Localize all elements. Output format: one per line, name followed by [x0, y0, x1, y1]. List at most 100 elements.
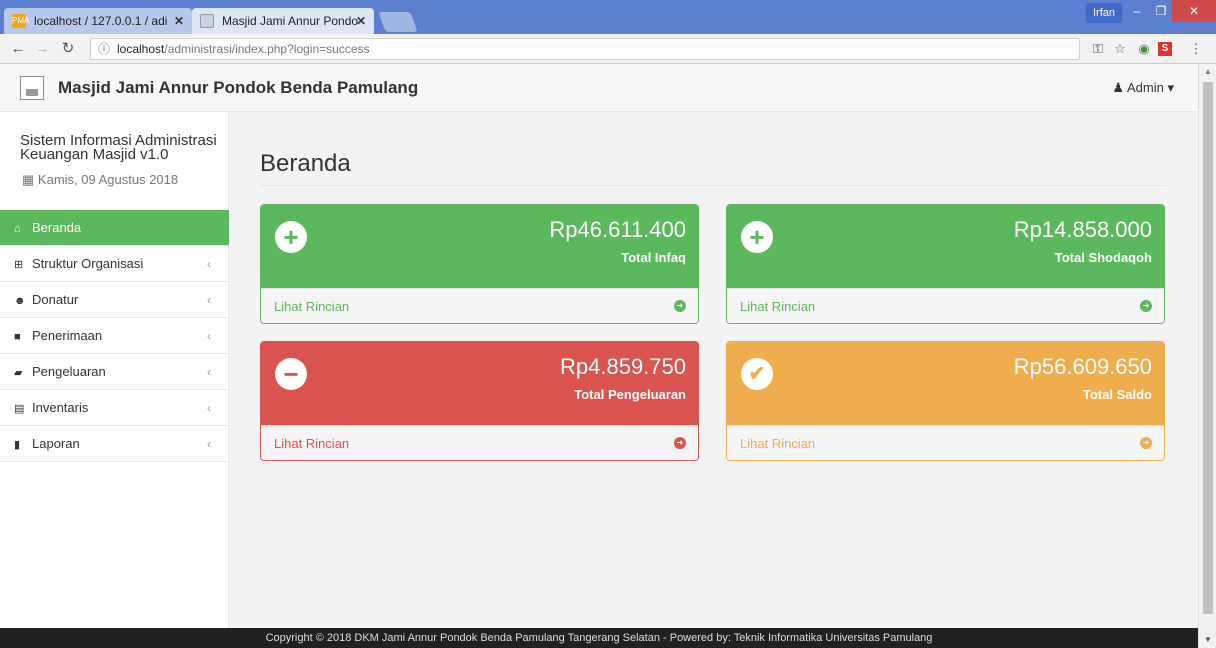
profile-chip[interactable]: Irfan — [1086, 3, 1122, 23]
tab-label: Masjid Jami Annur Pondo — [222, 14, 359, 28]
sidebar-menu: ⌂ Beranda ⊞ Struktur Organisasi ‹ ☻ Donatur… — [0, 210, 229, 462]
chevron-left-icon: ‹ — [207, 257, 211, 271]
sidebar-item-donatur[interactable]: ☻ Donatur ‹ — [0, 282, 229, 318]
back-arrow-icon[interactable]: ← — [8, 38, 28, 60]
info-icon[interactable]: ⓘ — [98, 39, 110, 59]
minus-circle-icon: − — [275, 358, 307, 390]
reload-icon[interactable]: ↻ — [58, 38, 78, 60]
chevron-left-icon: ‹ — [207, 329, 211, 343]
new-tab-button[interactable] — [378, 12, 418, 32]
sidebar-item-pengeluaran[interactable]: ▰ Pengeluaran ‹ — [0, 354, 229, 390]
key-icon[interactable]: ⚿ — [1088, 38, 1108, 60]
date-label: Kamis, 09 Agustus 2018 — [37, 172, 179, 187]
card-amount: Rp46.611.400 — [549, 217, 686, 242]
scroll-down-icon[interactable]: ▼ — [1199, 632, 1216, 648]
top-navbar: Masjid Jami Annur Pondok Benda Pamulang … — [0, 64, 1198, 112]
sidebar-item-label: Pengeluaran — [32, 364, 106, 379]
arrow-circle-right-icon: ➜ — [674, 437, 686, 449]
minimize-icon[interactable]: – — [1124, 0, 1150, 22]
calendar-icon: ▦ — [22, 172, 35, 187]
window-close-icon[interactable]: ✕ — [1172, 0, 1216, 22]
card-link-label: Lihat Rincian — [740, 299, 816, 314]
sidebar-item-penerimaan[interactable]: ■ Penerimaan ‹ — [0, 318, 229, 354]
vertical-scrollbar[interactable]: ▲ ▼ — [1198, 64, 1216, 648]
plus-circle-icon: + — [275, 221, 307, 253]
card-link-label: Lihat Rincian — [274, 299, 350, 314]
scroll-up-icon[interactable]: ▲ — [1199, 64, 1216, 80]
scrollbar-thumb[interactable] — [1203, 82, 1213, 614]
browser-tab-strip: PMA localhost / 127.0.0.1 / adi ✕ Masjid… — [0, 0, 1216, 34]
sidebar-item-beranda[interactable]: ⌂ Beranda — [0, 210, 229, 246]
card-label: Total Infaq — [621, 250, 686, 265]
card-link-label: Lihat Rincian — [740, 436, 816, 451]
brand-title[interactable]: Masjid Jami Annur Pondok Benda Pamulang — [58, 64, 418, 112]
home-icon: ⌂ — [14, 223, 21, 235]
card-label: Total Shodaqoh — [1054, 250, 1152, 265]
arrow-circle-right-icon: ➜ — [1140, 437, 1152, 449]
sidebar-item-label: Struktur Organisasi — [32, 256, 144, 271]
sidebar-item-inventaris[interactable]: ▤ Inventaris ‹ — [0, 390, 229, 426]
sidebar-item-label: Penerimaan — [32, 328, 103, 343]
card-header: − Rp4.859.750 Total Pengeluaran — [261, 342, 698, 425]
arrow-circle-right-icon: ➜ — [1140, 300, 1152, 312]
plus-circle-icon: + — [741, 221, 773, 253]
extension-globe-icon[interactable]: ◉ — [1134, 38, 1154, 60]
main-content: Beranda + Rp46.611.400 Total Infaq Lihat… — [229, 112, 1198, 648]
system-name: Sistem Informasi Administrasi Keuangan M… — [20, 132, 217, 163]
chevron-left-icon: ‹ — [207, 365, 211, 379]
sidebar-item-label: Beranda — [32, 220, 82, 235]
card-total-infaq: + Rp46.611.400 Total Infaq Lihat Rincian… — [260, 204, 699, 324]
card-header: ✔ Rp56.609.650 Total Saldo — [727, 342, 1164, 425]
tab-close-icon[interactable]: ✕ — [174, 8, 184, 34]
sidebar: Sistem Informasi Administrasi Keuangan M… — [0, 112, 229, 648]
card-detail-link[interactable]: Lihat Rincian ➜ — [261, 288, 698, 323]
folder-open-icon: ▰ — [14, 367, 23, 379]
card-detail-link[interactable]: Lihat Rincian ➜ — [261, 425, 698, 460]
tab-masjid[interactable]: Masjid Jami Annur Pondo ✕ — [192, 8, 374, 34]
user-menu[interactable]: ♟ Admin ▾ — [1112, 64, 1174, 112]
tab-close-icon[interactable]: ✕ — [356, 8, 366, 34]
book-icon: ▮ — [14, 439, 21, 451]
tab-phpmyadmin[interactable]: PMA localhost / 127.0.0.1 / adi ✕ — [4, 8, 192, 34]
mosque-logo-icon — [20, 76, 44, 100]
card-total-saldo: ✔ Rp56.609.650 Total Saldo Lihat Rincian… — [726, 341, 1165, 461]
chevron-left-icon: ‹ — [207, 437, 211, 451]
card-amount: Rp14.858.000 — [1013, 217, 1152, 242]
card-link-label: Lihat Rincian — [274, 436, 350, 451]
page-title: Beranda — [260, 142, 1166, 186]
browser-menu-icon[interactable]: ⋮ — [1186, 38, 1206, 60]
card-detail-link[interactable]: Lihat Rincian ➜ — [727, 288, 1164, 323]
url-input[interactable]: ⓘ localhost/administrasi/index.php?login… — [90, 38, 1080, 60]
forward-arrow-icon[interactable]: → — [32, 38, 52, 60]
caret-down-icon: ▾ — [1167, 80, 1174, 95]
sidebar-item-struktur-organisasi[interactable]: ⊞ Struktur Organisasi ‹ — [0, 246, 229, 282]
card-detail-link[interactable]: Lihat Rincian ➜ — [727, 425, 1164, 460]
check-circle-icon: ✔ — [741, 358, 773, 390]
chevron-left-icon: ‹ — [207, 401, 211, 415]
phpmyadmin-favicon-icon: PMA — [12, 14, 29, 28]
sidebar-item-label: Inventaris — [32, 400, 89, 415]
sidebar-item-laporan[interactable]: ▮ Laporan ‹ — [0, 426, 229, 462]
sidebar-item-label: Donatur — [32, 292, 79, 307]
card-label: Total Saldo — [1082, 387, 1152, 402]
page-footer: Copyright © 2018 DKM Jami Annur Pondok B… — [0, 628, 1198, 648]
card-amount: Rp56.609.650 — [1013, 354, 1152, 379]
card-header: + Rp14.858.000 Total Shodaqoh — [727, 205, 1164, 288]
star-icon[interactable]: ☆ — [1110, 38, 1130, 60]
card-header: + Rp46.611.400 Total Infaq — [261, 205, 698, 288]
chevron-left-icon: ‹ — [207, 293, 211, 307]
user-menu-label: Admin — [1126, 80, 1164, 95]
maximize-icon[interactable]: ❐ — [1148, 0, 1174, 22]
card-total-pengeluaran: − Rp4.859.750 Total Pengeluaran Lihat Ri… — [260, 341, 699, 461]
page-favicon-icon — [200, 14, 214, 28]
card-total-shodaqoh: + Rp14.858.000 Total Shodaqoh Lihat Rinc… — [726, 204, 1165, 324]
tab-label: localhost / 127.0.0.1 / adi — [34, 14, 168, 28]
app: Masjid Jami Annur Pondok Benda Pamulang … — [0, 64, 1198, 648]
extension-s-icon[interactable]: S — [1158, 42, 1172, 56]
card-label: Total Pengeluaran — [574, 387, 686, 402]
folder-icon: ■ — [14, 331, 21, 343]
arrow-circle-right-icon: ➜ — [674, 300, 686, 312]
sitemap-icon: ⊞ — [14, 259, 24, 271]
card-amount: Rp4.859.750 — [560, 354, 686, 379]
sidebar-item-label: Laporan — [32, 436, 80, 451]
